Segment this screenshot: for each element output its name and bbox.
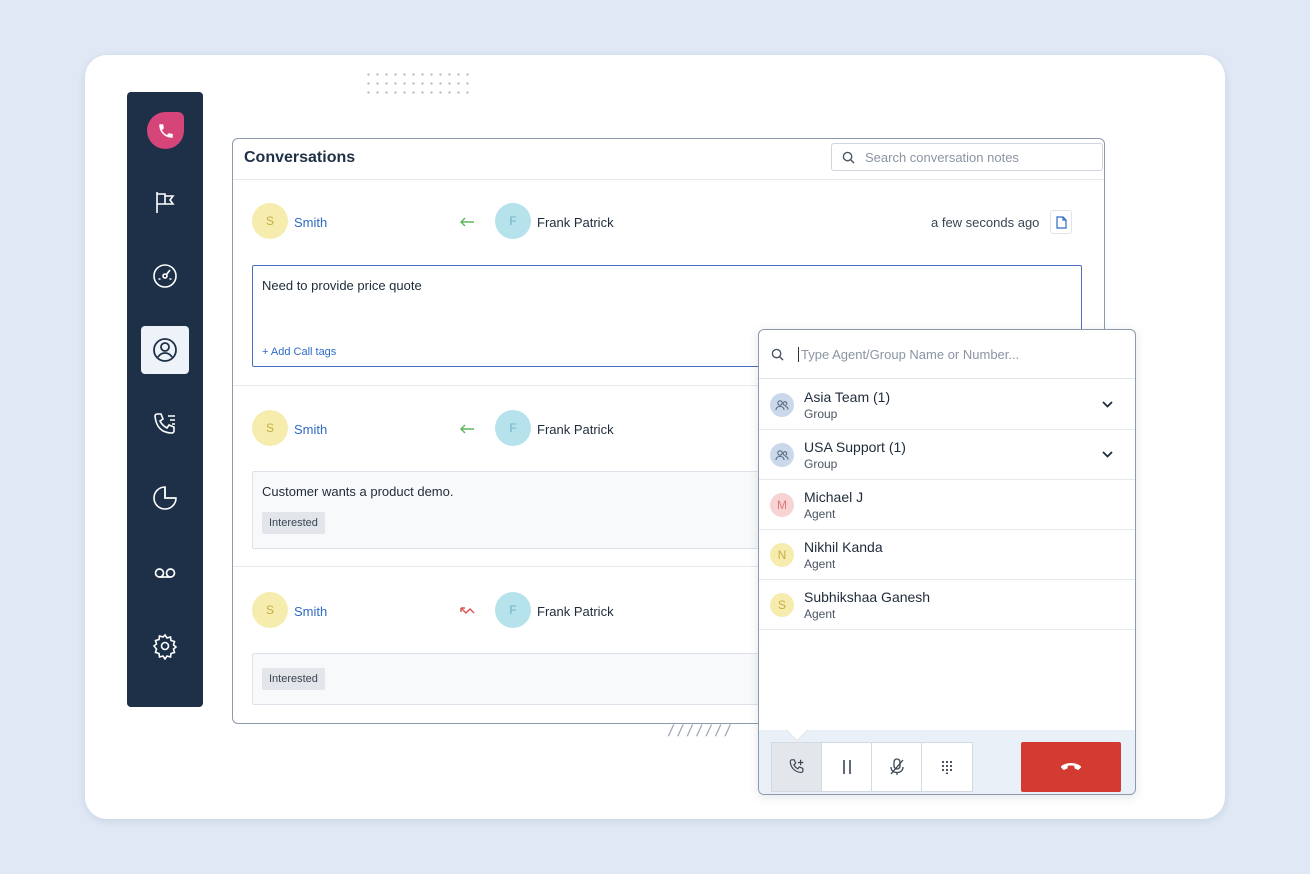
pie-chart-icon bbox=[153, 486, 177, 510]
avatar: M bbox=[770, 493, 794, 517]
sidebar-item-contacts[interactable] bbox=[141, 326, 189, 374]
dashboard-icon bbox=[153, 264, 177, 288]
decorative-slashes: /////// bbox=[667, 723, 734, 739]
avatar: N bbox=[770, 543, 794, 567]
decorative-dots bbox=[364, 70, 474, 94]
entry-type: Group bbox=[804, 407, 838, 421]
transfer-popup: Asia Team (1) Group USA Support (1) Grou… bbox=[758, 329, 1136, 795]
phone-logo-icon[interactable] bbox=[147, 112, 184, 149]
entry-type: Agent bbox=[804, 607, 836, 621]
entry-name: USA Support (1) bbox=[804, 439, 906, 455]
gear-icon bbox=[152, 633, 178, 660]
voicemail-icon bbox=[154, 568, 176, 578]
entry-name: Subhikshaa Ganesh bbox=[804, 589, 931, 605]
search-icon bbox=[771, 348, 784, 361]
avatar: S bbox=[252, 592, 288, 628]
avatar: F bbox=[495, 592, 531, 628]
pause-icon bbox=[842, 760, 851, 774]
sidebar-item-voicemail[interactable] bbox=[141, 548, 189, 596]
avatar: F bbox=[495, 203, 531, 239]
call-log-icon bbox=[154, 413, 175, 434]
mic-off-icon bbox=[889, 758, 904, 775]
end-call-icon bbox=[1060, 763, 1082, 770]
chevron-down-icon[interactable] bbox=[1097, 394, 1117, 414]
conversation-row: S Smith F Frank Patrick a few seconds ag… bbox=[233, 203, 1104, 243]
caller-name-link[interactable]: Smith bbox=[294, 422, 327, 437]
sidebar-item-dashboard[interactable] bbox=[141, 252, 189, 300]
sidebar-item-flag[interactable] bbox=[141, 178, 189, 226]
transfer-entry-agent[interactable]: S Subhikshaa Ganesh Agent bbox=[759, 580, 1135, 630]
note-text: Customer wants a product demo. bbox=[262, 484, 454, 499]
hang-up-button[interactable] bbox=[1021, 742, 1121, 792]
entry-name: Asia Team (1) bbox=[804, 389, 891, 405]
transfer-call-button[interactable] bbox=[772, 743, 822, 791]
entry-name: Michael J bbox=[804, 489, 864, 505]
page-title: Conversations bbox=[244, 149, 356, 166]
call-tag[interactable]: Interested bbox=[262, 668, 325, 690]
incoming-arrow-icon bbox=[460, 424, 474, 434]
search-notes-box[interactable] bbox=[831, 143, 1103, 171]
avatar: S bbox=[252, 203, 288, 239]
caller-name-link[interactable]: Smith bbox=[294, 604, 327, 619]
dialpad-icon bbox=[941, 760, 953, 774]
add-call-tags-link[interactable]: + Add Call tags bbox=[262, 346, 336, 358]
transfer-entry-group[interactable]: Asia Team (1) Group bbox=[759, 380, 1135, 430]
hold-button[interactable] bbox=[822, 743, 872, 791]
group-icon bbox=[770, 393, 794, 417]
search-icon bbox=[842, 151, 855, 164]
transfer-entry-agent[interactable]: N Nikhil Kanda Agent bbox=[759, 530, 1135, 580]
agent-name: Frank Patrick bbox=[537, 215, 614, 230]
timestamp: a few seconds ago bbox=[931, 215, 1040, 230]
phone-transfer-icon bbox=[789, 759, 803, 773]
group-icon bbox=[770, 443, 794, 467]
entry-name: Nikhil Kanda bbox=[804, 539, 883, 555]
transfer-search-input[interactable] bbox=[798, 346, 1118, 362]
transfer-entry-group[interactable]: USA Support (1) Group bbox=[759, 430, 1135, 480]
transfer-search-box[interactable] bbox=[759, 330, 1135, 379]
document-icon bbox=[1055, 215, 1067, 229]
missed-call-arrow-icon bbox=[460, 607, 475, 614]
flag-icon bbox=[156, 192, 175, 213]
transfer-entry-agent[interactable]: M Michael J Agent bbox=[759, 480, 1135, 530]
user-circle-icon bbox=[153, 338, 177, 362]
call-tag[interactable]: Interested bbox=[262, 512, 325, 534]
incoming-arrow-icon bbox=[460, 217, 474, 227]
avatar: S bbox=[770, 593, 794, 617]
note-button[interactable] bbox=[1050, 210, 1072, 234]
agent-name: Frank Patrick bbox=[537, 422, 614, 437]
avatar: F bbox=[495, 410, 531, 446]
search-notes-input[interactable] bbox=[865, 149, 1085, 165]
agent-name: Frank Patrick bbox=[537, 604, 614, 619]
call-controls bbox=[759, 718, 1135, 794]
avatar: S bbox=[252, 410, 288, 446]
divider bbox=[233, 179, 1104, 180]
sidebar bbox=[127, 92, 203, 707]
entry-type: Group bbox=[804, 457, 838, 471]
keypad-button[interactable] bbox=[922, 743, 972, 791]
chevron-down-icon[interactable] bbox=[1097, 444, 1117, 464]
entry-type: Agent bbox=[804, 507, 836, 521]
note-text[interactable]: Need to provide price quote bbox=[262, 278, 422, 293]
call-control-buttons bbox=[771, 742, 973, 792]
popup-pointer bbox=[785, 718, 809, 742]
sidebar-item-settings[interactable] bbox=[141, 622, 189, 670]
sidebar-item-call-logs[interactable] bbox=[141, 400, 189, 448]
entry-type: Agent bbox=[804, 557, 836, 571]
mute-button[interactable] bbox=[872, 743, 922, 791]
sidebar-item-reports[interactable] bbox=[141, 474, 189, 522]
caller-name-link[interactable]: Smith bbox=[294, 215, 327, 230]
